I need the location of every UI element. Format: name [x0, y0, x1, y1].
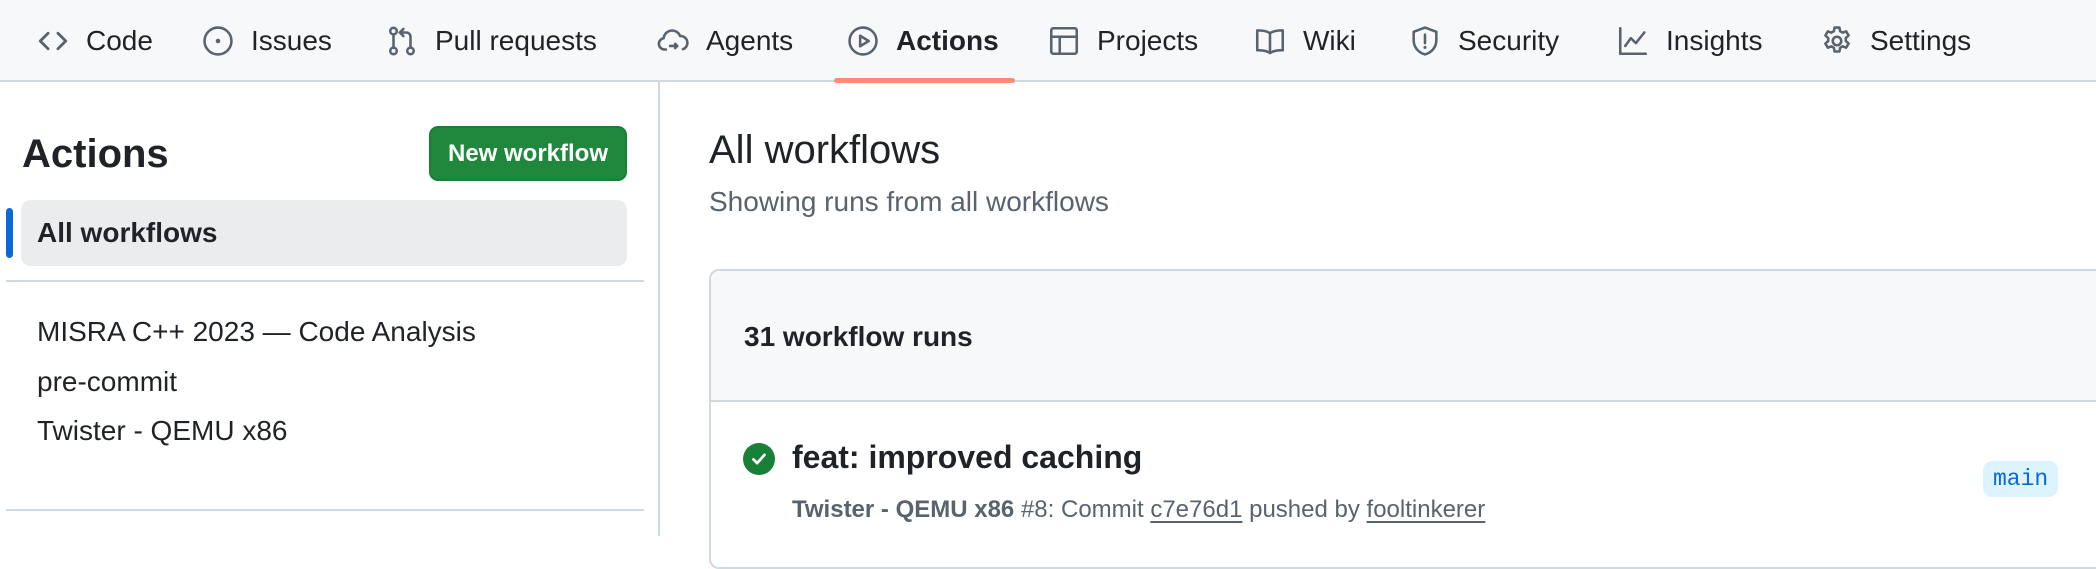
table-icon: [1047, 24, 1081, 58]
graph-icon: [1616, 24, 1650, 58]
sidebar-title: Actions: [22, 132, 169, 176]
tab-agents[interactable]: Agents: [656, 0, 793, 82]
tab-label: Security: [1458, 25, 1560, 56]
sidebar-item-workflow[interactable]: Twister - QEMU x86: [37, 415, 287, 447]
commit-sha-link[interactable]: c7e76d1: [1150, 496, 1242, 523]
page-title: All workflows: [709, 128, 941, 172]
branch-badge[interactable]: main: [1983, 461, 2059, 497]
agent-cloud-icon: [656, 24, 690, 58]
tab-label: Projects: [1097, 25, 1199, 56]
sidebar-item-workflow[interactable]: MISRA C++ 2023 — Code Analysis: [37, 316, 476, 348]
tab-label: Wiki: [1303, 25, 1356, 56]
tab-label: Settings: [1870, 25, 1972, 56]
run-event: : Commit: [1047, 496, 1144, 523]
tab-pull-requests[interactable]: Pull requests: [385, 0, 597, 82]
repo-nav: Code Issues Pull requests Agents Actions…: [0, 0, 2096, 83]
actions-sidebar: Actions New workflow All workflows MISRA…: [0, 82, 660, 536]
tab-label: Insights: [1666, 25, 1763, 56]
sidebar-item-workflow[interactable]: pre-commit: [37, 366, 177, 398]
tab-insights[interactable]: Insights: [1616, 0, 1763, 82]
git-pull-request-icon: [385, 24, 419, 58]
tab-label: Pull requests: [435, 25, 597, 56]
pushed-by-label: pushed by: [1249, 496, 1360, 523]
run-workflow-name: Twister - QEMU x86: [792, 496, 1015, 523]
run-number: #8: [1020, 496, 1048, 523]
author-link[interactable]: fooltinkerer: [1367, 496, 1486, 523]
tab-code[interactable]: Code: [36, 0, 153, 82]
runs-list-header: 31 workflow runs: [711, 271, 2096, 402]
tab-actions[interactable]: Actions: [846, 0, 999, 82]
active-tab-underline: [834, 78, 1015, 83]
page-subtitle: Showing runs from all workflows: [709, 186, 1109, 217]
sidebar-divider: [6, 509, 644, 511]
code-icon: [36, 24, 70, 58]
success-check-icon: [743, 443, 775, 475]
new-workflow-button[interactable]: New workflow: [429, 126, 627, 181]
tab-label: Code: [86, 25, 153, 56]
run-title-link[interactable]: feat: improved caching: [792, 439, 1142, 476]
tab-label: Agents: [706, 25, 794, 56]
issue-opened-icon: [201, 24, 235, 58]
run-meta: Twister - QEMU x86 #8: Commit c7e76d1 pu…: [792, 496, 1485, 524]
tab-label: Actions: [896, 25, 999, 56]
tab-settings[interactable]: Settings: [1820, 0, 1971, 82]
tab-security[interactable]: Security: [1408, 0, 1559, 82]
workflow-runs-list: 31 workflow runs feat: improved caching …: [709, 269, 2096, 569]
active-item-marker: [6, 208, 13, 258]
book-icon: [1253, 24, 1287, 58]
tab-wiki[interactable]: Wiki: [1253, 0, 1356, 82]
sidebar-divider: [6, 280, 644, 282]
play-icon: [846, 24, 880, 58]
sidebar-item-all-workflows[interactable]: All workflows: [21, 200, 627, 266]
tab-projects[interactable]: Projects: [1047, 0, 1198, 82]
tab-issues[interactable]: Issues: [201, 0, 332, 82]
gear-icon: [1820, 24, 1854, 58]
shield-icon: [1408, 24, 1442, 58]
runs-count: 31 workflow runs: [744, 321, 973, 352]
tab-label: Issues: [251, 25, 332, 56]
